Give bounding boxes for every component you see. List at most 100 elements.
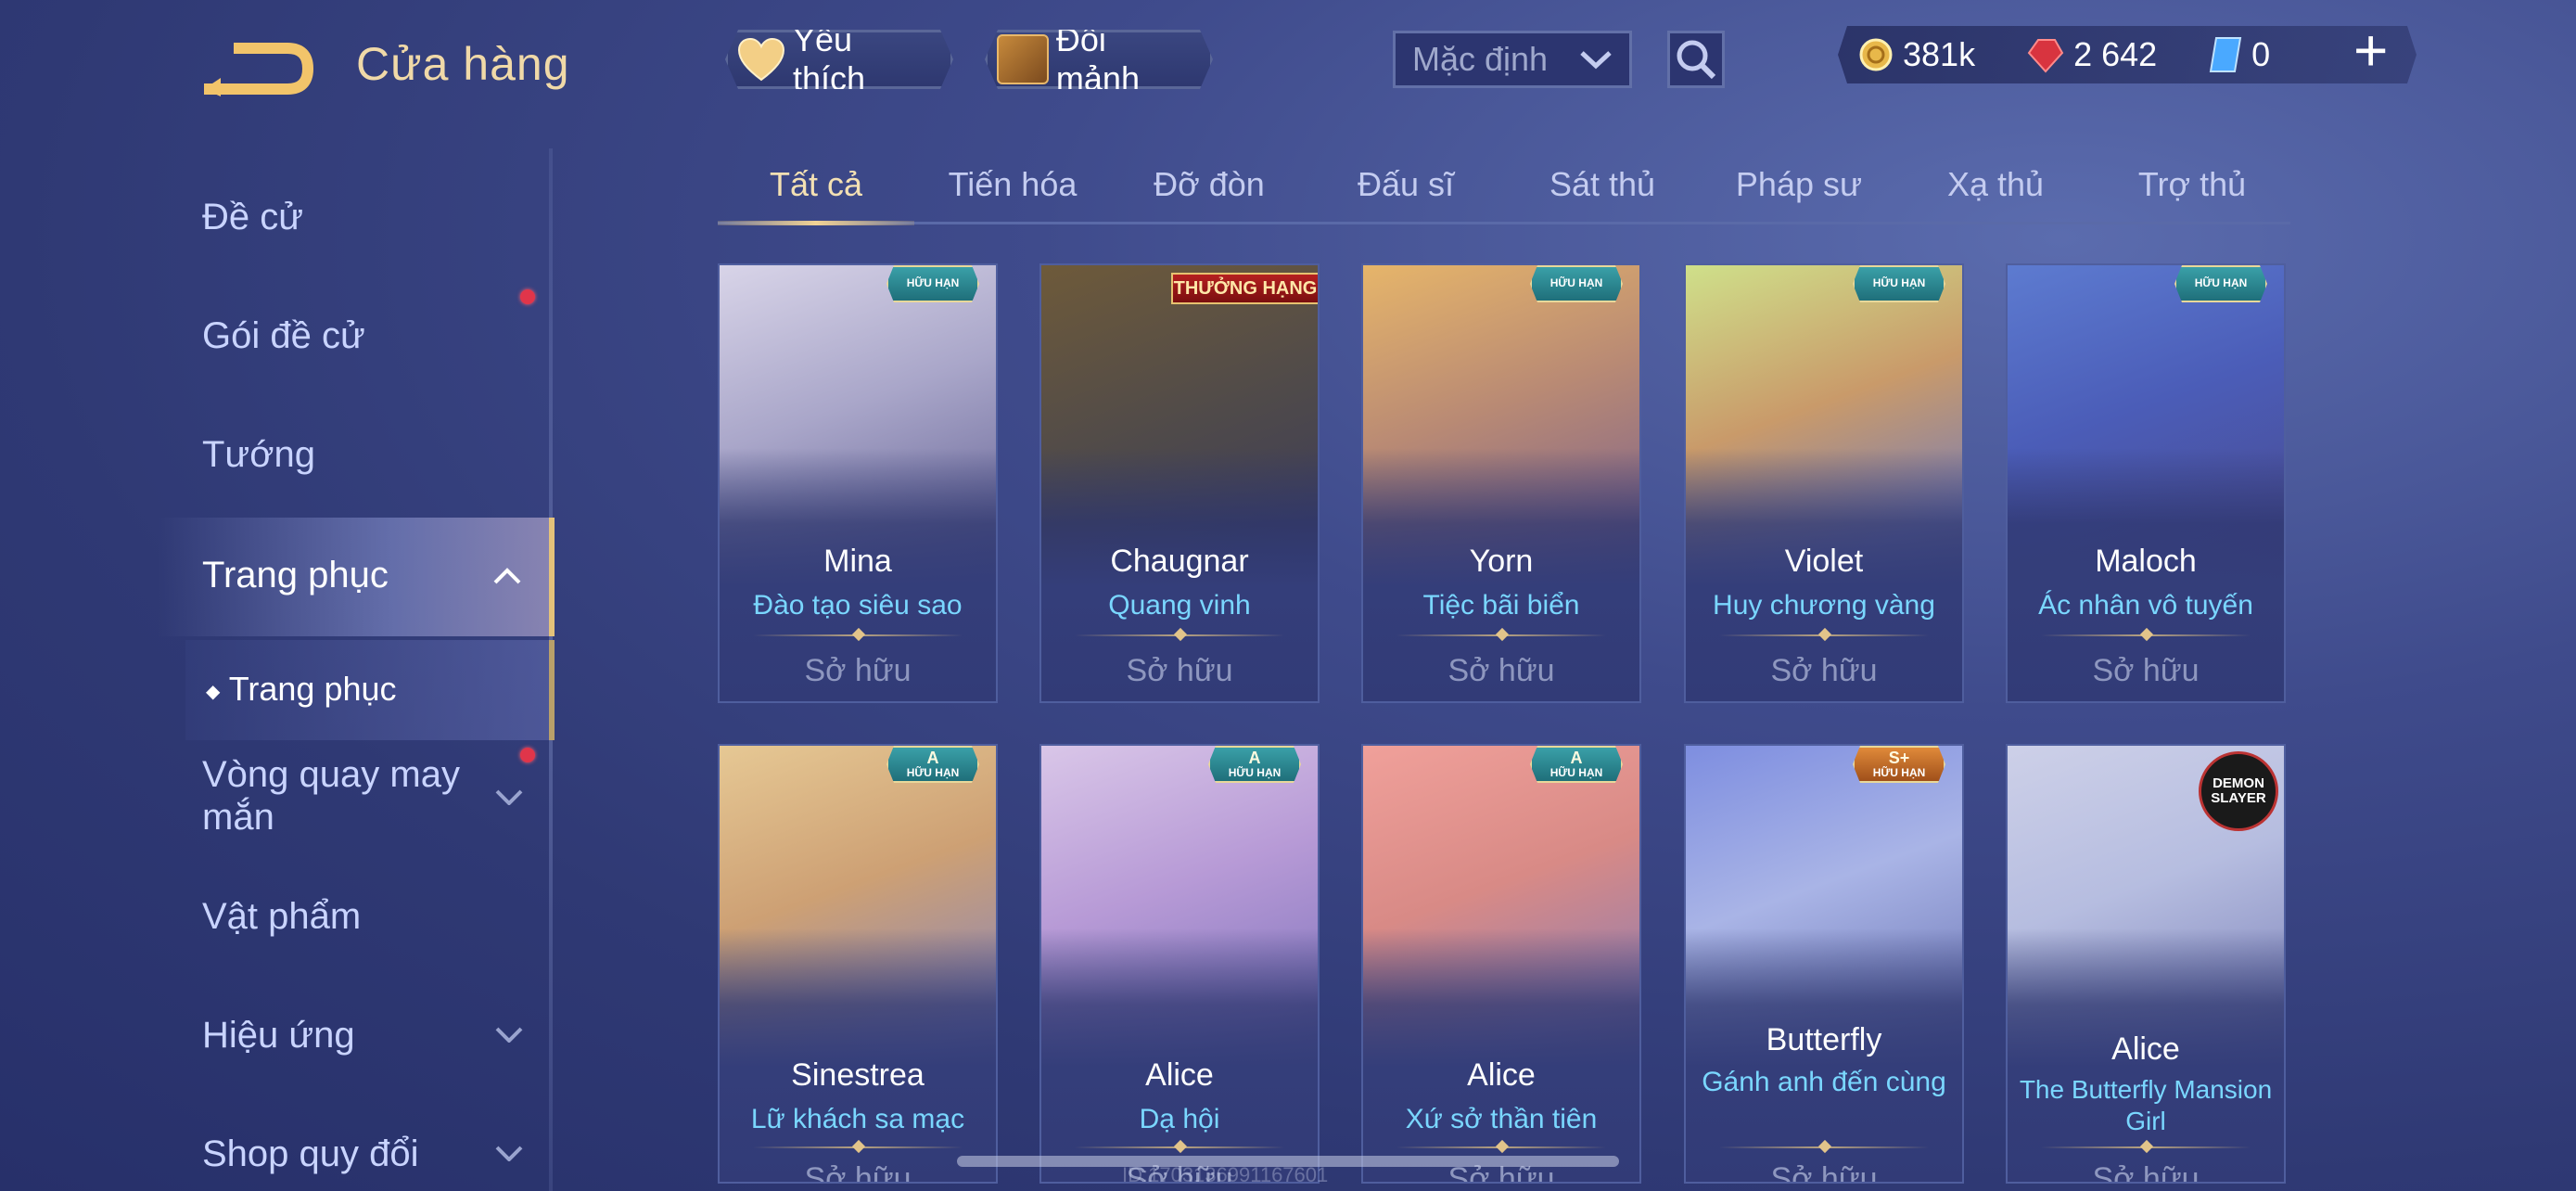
chevron-down-icon [495,1027,523,1043]
owned-label: Sở hữu [1126,653,1233,688]
voucher-icon [2209,36,2242,73]
notification-dot [520,289,535,304]
sidebar-item-effects[interactable]: Hiệu ứng [202,1015,355,1057]
tab-support[interactable]: Trợ thủ [2094,156,2290,222]
tab-mage[interactable]: Pháp sư [1701,156,1897,222]
skin-name: Xứ sở thần tiên [1405,1104,1598,1134]
sidebar-item-lucky-wheel[interactable]: Vòng quay may mắn [202,753,499,839]
skin-name: Lữ khách sa mạc [750,1104,965,1134]
badge-text: HỮU HẠN [906,766,960,780]
owned-label: Sở hữu [1447,653,1555,688]
owned-label: Sở hữu [804,653,912,688]
chevron-down-icon [495,1146,523,1161]
hero-name: Maloch [2095,544,2197,579]
voucher-amount: 0 [2251,35,2271,73]
owned-label: Sở hữu [1770,653,1878,688]
favorites-button[interactable]: Yêu thích [725,30,953,89]
owned-label: Sở hữu [2092,653,2200,688]
demon-slayer-logo: DEMON SLAYER [2199,751,2278,831]
skin-name: Dạ hội [1139,1104,1220,1134]
limited-badge: HỮU HẠN [886,265,979,302]
hero-name: Sinestrea [791,1057,925,1093]
user-id-watermark: ID:1703136991167601 [1122,1163,1329,1186]
sort-value: Mặc định [1412,40,1549,78]
sidebar-item-heroes[interactable]: Tướng [202,434,315,476]
tier-text: A [1248,748,1261,767]
skin-card[interactable]: THƯỞNG HẠNG Chaugnar Quang vinh Sở hữu [1039,263,1320,703]
badge-text: HỮU HẠN [1872,766,1926,780]
notification-dot [520,748,535,762]
limited-badge: HỮU HẠN [1853,265,1945,302]
skin-name: Tiệc bãi biển [1422,590,1580,621]
skin-name: Ác nhân vô tuyến [2038,590,2253,621]
skin-card[interactable]: S+ HỮU HẠN Butterfly Gánh anh đến cùng Sở… [1684,744,1964,1184]
gold-coin-icon [1858,37,1894,72]
page-title: Cửa hàng [356,38,570,90]
owned-label: Sở hữu [2092,1161,2200,1184]
badge-text: HỮU HẠN [906,276,960,290]
skin-name: The Butterfly Mansion Girl [2019,1075,2273,1135]
back-arrow-icon [204,43,314,96]
sort-dropdown[interactable]: Mặc định [1393,31,1632,88]
tier-text: A [1570,748,1583,767]
skin-card[interactable]: A HỮU HẠN Sinestrea Lữ khách sa mạc Sở hữ… [718,744,998,1184]
exchange-label: Đổi mảnh [1055,20,1140,97]
badge-text: HỮU HẠN [1549,766,1603,780]
tier-text: A [926,748,939,767]
add-currency-button[interactable]: + [2353,20,2388,80]
rank-reward-badge: THƯỞNG HẠNG [1171,273,1318,304]
owned-label: Sở hữu [804,1161,912,1184]
hero-name: Alice [2111,1031,2180,1067]
favorites-label: Yêu thích [792,20,866,97]
badge-text: HỮU HẠN [2194,276,2248,290]
skin-card[interactable]: HỮU HẠN Maloch Ác nhân vô tuyến Sở hữu [2006,263,2286,703]
back-button[interactable] [195,35,315,100]
chevron-up-icon [493,568,521,584]
skin-name: Quang vinh [1108,590,1251,621]
limited-badge: HỮU HẠN [1530,265,1623,302]
badge-text: HỮU HẠN [1228,766,1282,780]
search-button[interactable] [1667,31,1725,88]
chevron-down-icon [1580,51,1612,70]
sidebar-item-skins[interactable]: Trang phục [202,555,389,596]
skin-card[interactable]: A HỮU HẠN Alice Dạ hội Sở hữu [1039,744,1320,1184]
tab-assassin[interactable]: Sát thủ [1504,156,1701,222]
limited-badge: HỮU HẠN [2174,265,2267,302]
sidebar-subitem-skins[interactable]: ◆ Trang phục [206,670,397,709]
badge-text: HỮU HẠN [1549,276,1603,290]
sidebar-subitem-label: Trang phục [228,670,397,708]
skin-name: Đào tạo siêu sao [753,590,963,621]
coin-amount: 381k [1903,35,1976,73]
tab-tank[interactable]: Đỡ đòn [1111,156,1307,222]
limited-badge: A HỮU HẠN [1530,746,1623,783]
sidebar-item-featured[interactable]: Đề cử [202,197,303,238]
skin-card[interactable]: DEMON SLAYER Alice The Butterfly Mansion… [2006,744,2286,1184]
limited-badge: S+ HỮU HẠN [1853,746,1945,783]
search-icon [1677,40,1716,80]
tab-marksman[interactable]: Xạ thủ [1897,156,2094,222]
hero-name: Violet [1784,544,1864,579]
tab-fighter[interactable]: Đấu sĩ [1307,156,1504,222]
gem-balance: 2 642 [2027,35,2157,74]
limited-badge: A HỮU HẠN [886,746,979,783]
chevron-down-icon [495,789,523,805]
sidebar-item-featured-packs[interactable]: Gói đề cử [202,315,365,357]
skin-card[interactable]: HỮU HẠN Yorn Tiệc bãi biển Sở hữu [1361,263,1641,703]
tab-evolution[interactable]: Tiến hóa [914,156,1111,222]
skin-card[interactable]: HỮU HẠN Violet Huy chương vàng Sở hữu [1684,263,1964,703]
tab-all[interactable]: Tất cả [718,156,914,225]
skin-name: Gánh anh đến cùng [1702,1067,1946,1097]
hero-name: Alice [1145,1057,1214,1093]
hero-name: Mina [823,544,892,579]
logo-text: DEMON SLAYER [2211,775,2266,806]
heart-icon [737,37,785,82]
exchange-fragments-button[interactable]: Đổi mảnh [985,30,1213,89]
badge-text: HỮU HẠN [1872,276,1926,290]
sidebar-item-exchange-shop[interactable]: Shop quy đổi [202,1133,419,1175]
skin-card[interactable]: A HỮU HẠN Alice Xứ sở thần tiên Sở hữu [1361,744,1641,1184]
hero-name: Yorn [1469,544,1534,579]
tier-text: S+ [1888,748,1910,767]
skin-card[interactable]: HỮU HẠN Mina Đào tạo siêu sao Sở hữu [718,263,998,703]
diamond-bullet-icon: ◆ [206,681,221,702]
sidebar-item-items[interactable]: Vật phẩm [202,896,361,938]
